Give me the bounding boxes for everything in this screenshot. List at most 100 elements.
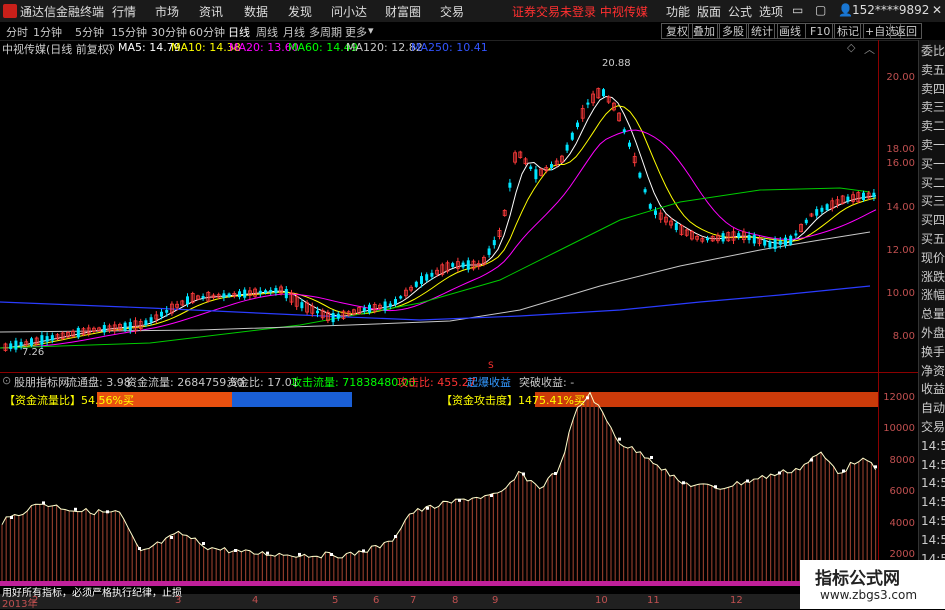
close-icon[interactable]: ✕ <box>932 3 942 17</box>
minimize-icon[interactable]: ▭ <box>792 3 803 17</box>
fund-flow-ratio-bar-blue <box>232 392 352 407</box>
quote-panel-item[interactable]: 外盘 <box>921 324 945 342</box>
period-daily[interactable]: 日线 <box>228 24 250 40</box>
quote-panel-item[interactable]: 买五 <box>921 230 945 248</box>
month-label: 10 <box>595 595 608 606</box>
quote-panel-item[interactable]: 现价 <box>921 249 945 267</box>
tool-fanhui[interactable]: 返回 <box>890 23 922 39</box>
tool-diejia[interactable]: 叠加 <box>688 23 720 39</box>
candle-body <box>768 241 772 248</box>
menu-zixun[interactable]: 资讯 <box>199 3 223 20</box>
quote-panel-item[interactable]: 卖四 <box>921 80 945 98</box>
menu-faxian[interactable]: 发现 <box>288 3 312 20</box>
menu-shichang[interactable]: 市场 <box>155 3 179 20</box>
quote-panel-item[interactable]: 自动 <box>921 399 945 417</box>
candle-body <box>123 322 127 331</box>
menu-gongshi[interactable]: 公式 <box>728 3 752 20</box>
kline-chart[interactable] <box>0 40 878 372</box>
quote-panel-item[interactable]: 14:56 <box>921 531 945 549</box>
period-30min[interactable]: 30分钟 <box>151 24 187 40</box>
quote-panel-item[interactable]: 涨幅 <box>921 286 945 304</box>
quote-panel-item[interactable]: 买二 <box>921 174 945 192</box>
menu-caifuquan[interactable]: 财富圈 <box>385 3 421 20</box>
candle-body <box>534 169 538 180</box>
volume-marker <box>330 553 333 556</box>
menu-shuju[interactable]: 数据 <box>244 3 268 20</box>
quote-panel-item[interactable]: 卖三 <box>921 98 945 116</box>
candle-body <box>872 192 876 198</box>
period-1min[interactable]: 1分钟 <box>33 24 62 40</box>
period-15min[interactable]: 15分钟 <box>111 24 147 40</box>
period-weekly[interactable]: 周线 <box>256 24 278 40</box>
restore-icon[interactable]: ▢ <box>815 3 826 17</box>
volume-marker <box>234 549 237 552</box>
candle-body <box>430 272 434 277</box>
quote-panel-item[interactable]: 卖一 <box>921 136 945 154</box>
quote-panel-item[interactable]: 总量 <box>921 305 945 323</box>
quote-panel-item[interactable]: 卖二 <box>921 117 945 135</box>
volume-marker <box>618 437 621 441</box>
login-warning[interactable]: 证券交易未登录 中视传媒 <box>512 3 648 20</box>
axis-label: 12000 <box>883 392 915 403</box>
candle-body <box>550 164 553 168</box>
period-fenshi[interactable]: 分时 <box>6 24 28 40</box>
candle-body <box>721 233 725 242</box>
axis-label: 8000 <box>889 455 915 466</box>
quote-panel-item[interactable]: 交易 <box>921 418 945 436</box>
candle-body <box>492 240 496 246</box>
tool-huaxian[interactable]: 画线 <box>774 23 806 39</box>
quote-panel-item[interactable]: 涨跌 <box>921 268 945 286</box>
quote-panel-item[interactable]: 买四 <box>921 211 945 229</box>
quote-panel-item[interactable]: 收益 <box>921 380 945 398</box>
quote-panel-item[interactable]: 委比 <box>921 42 945 60</box>
period-60min[interactable]: 60分钟 <box>189 24 225 40</box>
menu-jiaoyi[interactable]: 交易 <box>440 3 464 20</box>
volume-marker <box>554 472 557 475</box>
low-price-label: 7.26 <box>22 347 45 358</box>
quote-panel-item[interactable]: 14:56 <box>921 474 945 492</box>
indicator-chart[interactable] <box>0 373 878 609</box>
menu-hangqing[interactable]: 行情 <box>112 3 136 20</box>
quote-panel-item[interactable]: 净资 <box>921 362 945 380</box>
candle-body <box>362 307 366 312</box>
menu-wenxiaoda[interactable]: 问小达 <box>331 3 367 20</box>
period-monthly[interactable]: 月线 <box>283 24 305 40</box>
quote-panel-item[interactable]: 14:56 <box>921 456 945 474</box>
candle-body <box>778 240 782 245</box>
quote-panel-item[interactable]: 14:56 <box>921 512 945 530</box>
candle-body <box>300 302 304 309</box>
tool-duogu[interactable]: 多股 <box>717 23 749 39</box>
candle-body <box>9 343 13 349</box>
period-more[interactable]: 更多 <box>345 24 367 40</box>
quote-panel-item[interactable]: 买一 <box>921 155 945 173</box>
candle-body <box>50 335 54 341</box>
quote-panel-item[interactable]: 14:56 <box>921 437 945 455</box>
candle-body <box>128 322 132 331</box>
candle-body <box>773 239 777 250</box>
candle-body <box>466 260 470 270</box>
tool-f10[interactable]: F10 <box>805 23 836 39</box>
menu-gongneng[interactable]: 功能 <box>666 3 690 20</box>
user-icon[interactable]: 👤 <box>838 3 853 17</box>
menu-banmian[interactable]: 版面 <box>697 3 721 20</box>
volume-marker <box>10 516 13 519</box>
period-5min[interactable]: 5分钟 <box>75 24 104 40</box>
candle-body <box>243 289 247 298</box>
quote-panel-item[interactable]: 买三 <box>921 192 945 210</box>
more-dropdown-icon[interactable]: ▾ <box>368 24 374 37</box>
menu-xuanxiang[interactable]: 选项 <box>759 3 783 20</box>
axis-label: 2000 <box>889 549 915 560</box>
volume-marker <box>266 551 269 555</box>
candle-body <box>586 102 590 105</box>
quote-panel-item[interactable]: 卖五 <box>921 61 945 79</box>
axis-label: 10000 <box>883 423 915 434</box>
volume-marker <box>714 485 717 489</box>
candle-body <box>102 324 106 333</box>
month-label: 5 <box>332 595 339 606</box>
period-multi[interactable]: 多周期 <box>309 24 342 40</box>
quote-panel-item[interactable]: 14:56 <box>921 493 945 511</box>
quote-panel-item[interactable]: 换手 <box>921 343 945 361</box>
user-account[interactable]: 152****9892 <box>852 3 929 17</box>
price-axis: 20.00 18.00 16.00 14.00 12.00 10.00 8.00 <box>878 40 919 372</box>
candle-body <box>648 204 652 209</box>
